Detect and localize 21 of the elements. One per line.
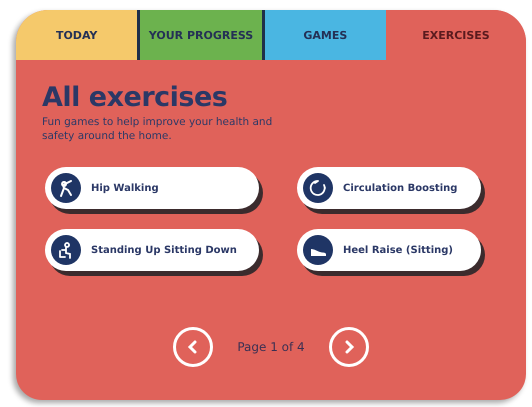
nav-tab[interactable]: TODAY [16, 10, 140, 60]
exercise-button[interactable]: Hip Walking [45, 167, 259, 209]
exercise-button[interactable]: Heel Raise (Sitting) [297, 229, 481, 271]
nav-tab[interactable]: EXERCISES [386, 10, 526, 60]
page-indicator: Page 1 of 4 [236, 340, 306, 354]
exercise-label: Standing Up Sitting Down [91, 244, 237, 256]
nav-tab[interactable]: YOUR PROGRESS [140, 10, 265, 60]
page-subtitle: Fun games to help improve your health and safety around the home. [42, 115, 274, 143]
sit-stand-icon [51, 235, 81, 265]
circular-arrows-icon [303, 173, 333, 203]
walking-person-icon [51, 173, 81, 203]
exercise-label: Heel Raise (Sitting) [343, 244, 453, 256]
previous-page-button[interactable] [173, 327, 214, 367]
page-heading: All exercises [42, 82, 228, 113]
exercise-button[interactable]: Circulation Boosting [297, 167, 481, 209]
shoe-icon [303, 235, 333, 265]
exercise-button[interactable]: Standing Up Sitting Down [45, 229, 259, 271]
exercise-label: Circulation Boosting [343, 182, 458, 194]
next-page-button[interactable] [328, 327, 369, 367]
nav-tab[interactable]: GAMES [264, 10, 386, 60]
exercise-label: Hip Walking [91, 182, 159, 194]
